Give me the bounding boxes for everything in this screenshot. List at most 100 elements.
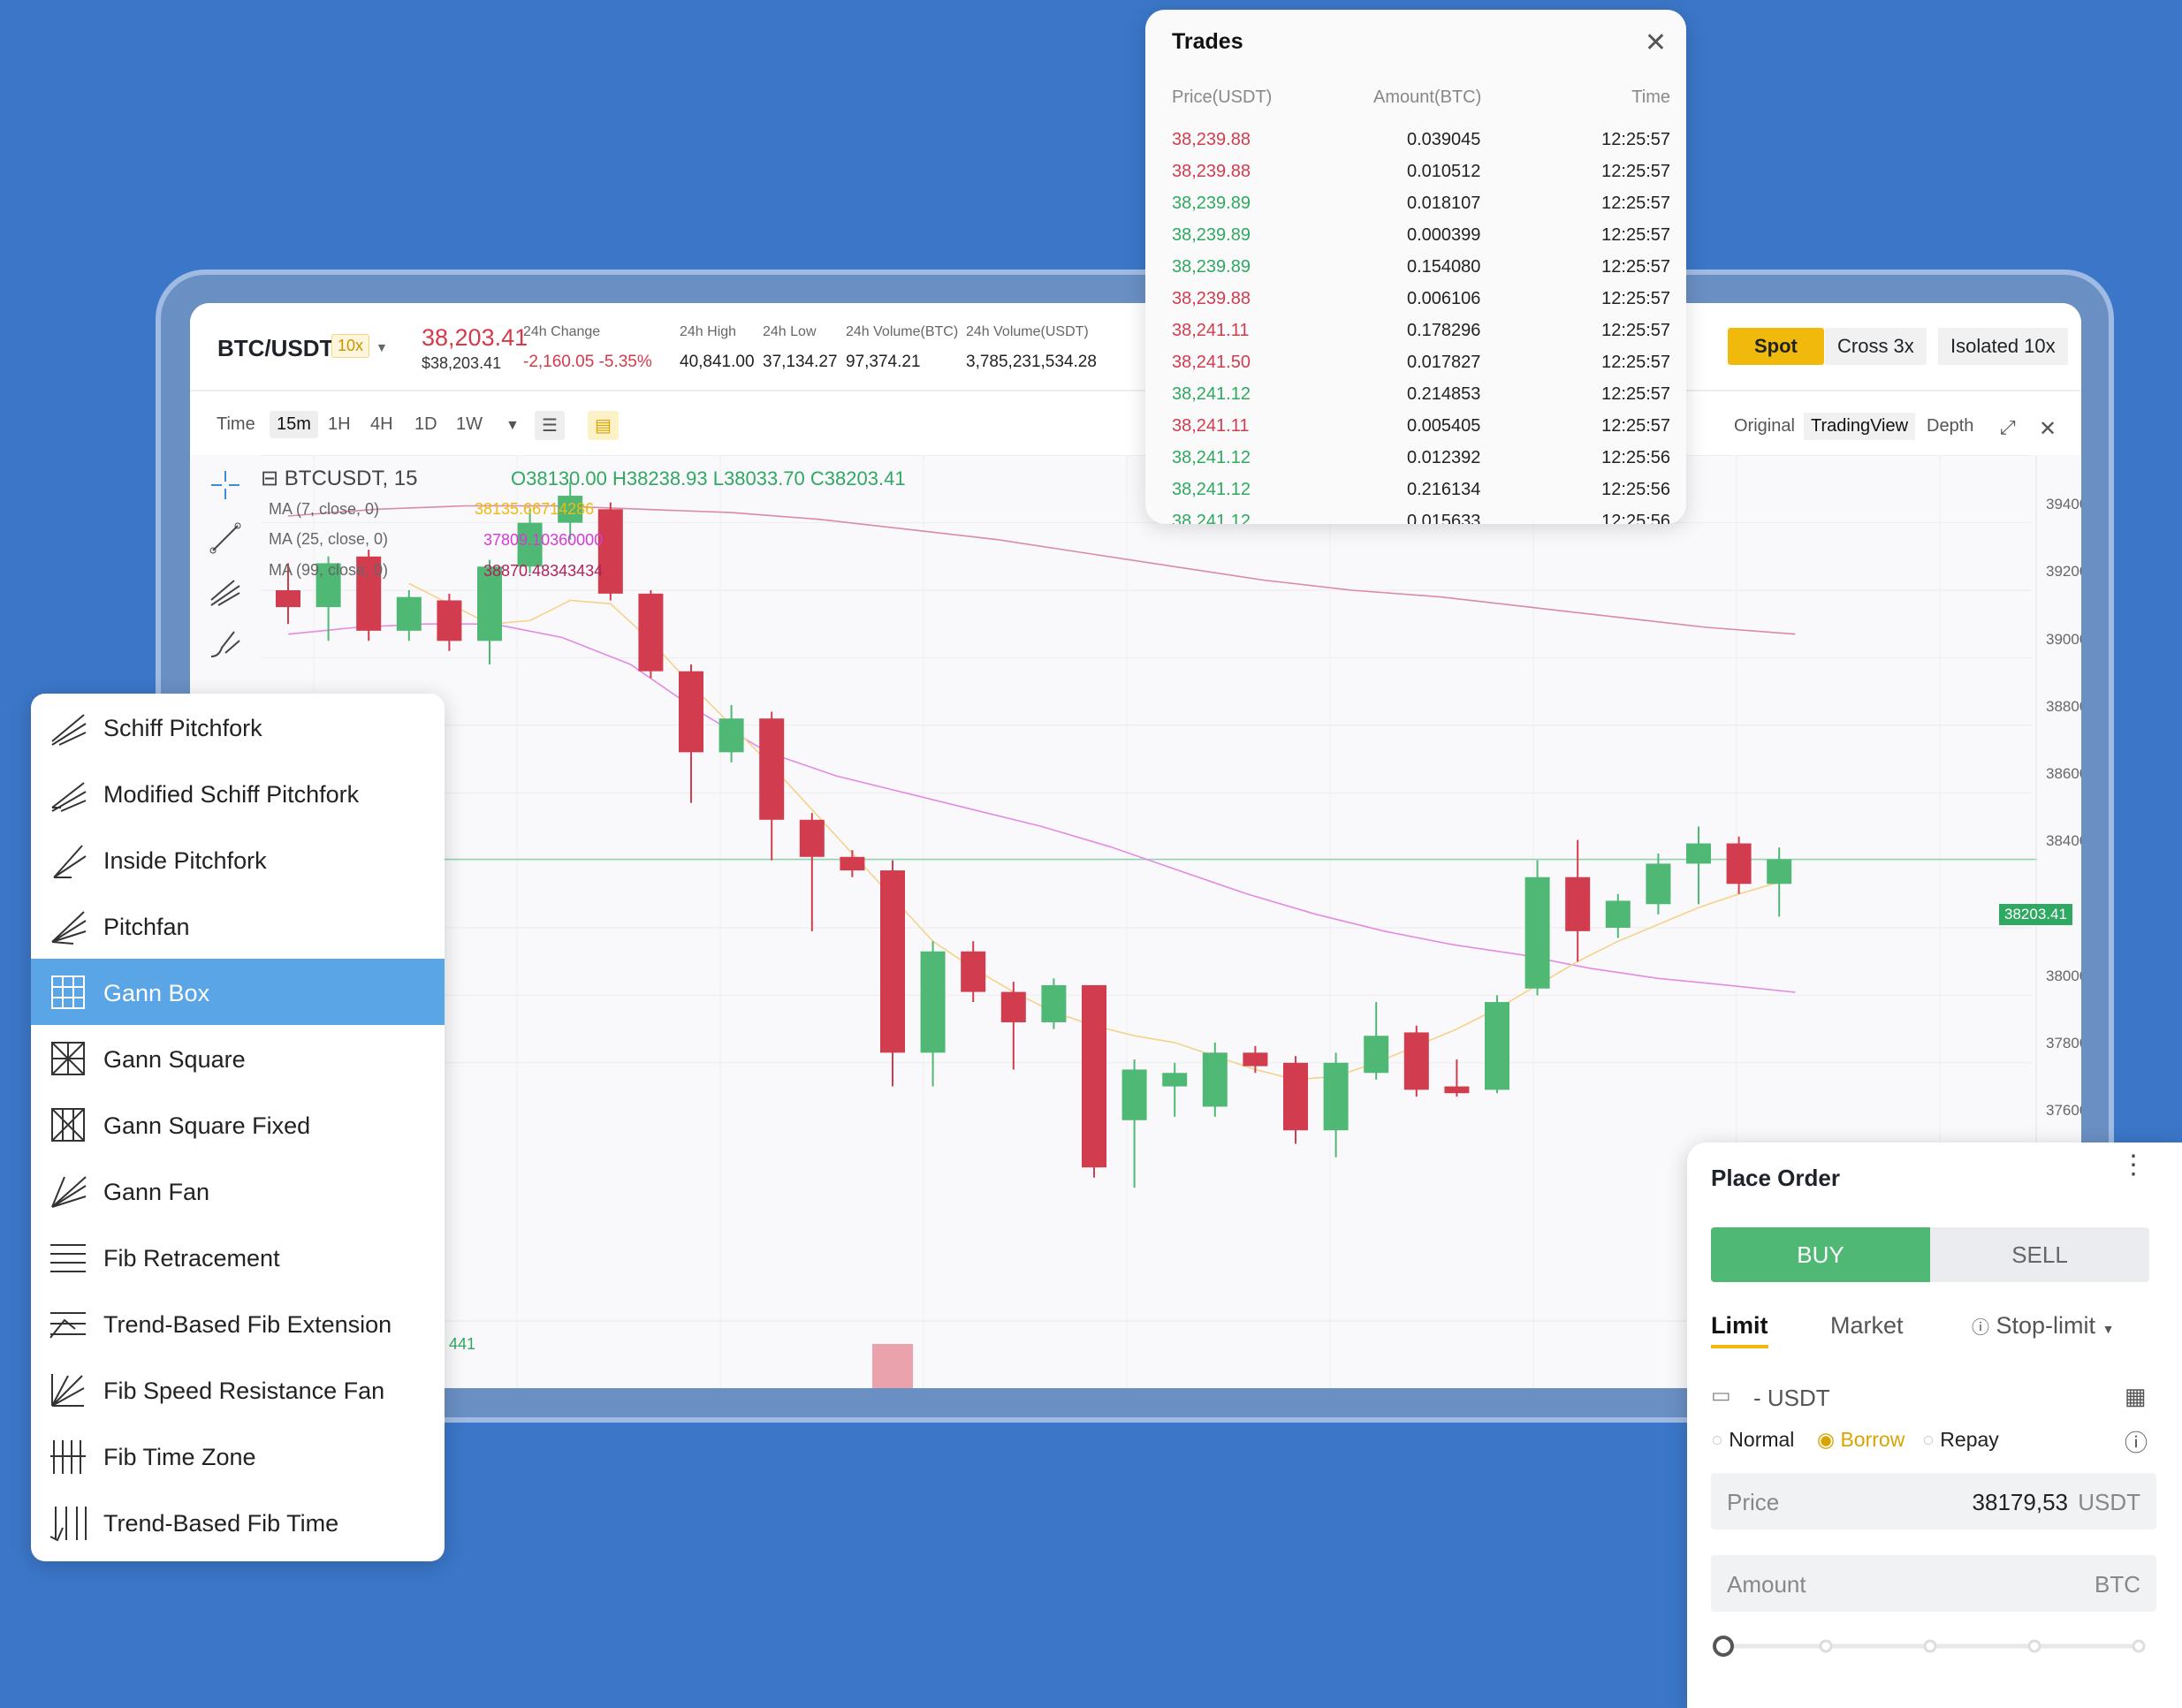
menu-item-gann-box[interactable]: Gann Box	[31, 959, 445, 1025]
menu-item-gann-square[interactable]: Gann Square	[31, 1025, 445, 1091]
trade-amount: 0.214853	[1407, 384, 1481, 404]
candle[interactable]	[1323, 1062, 1349, 1131]
candle[interactable]	[1283, 1062, 1308, 1131]
indicators-icon[interactable]: ▤	[588, 411, 619, 440]
timeframe-15m[interactable]: 15m	[270, 411, 318, 438]
candle[interactable]	[1524, 877, 1550, 989]
radio-normal[interactable]: ○ Normal	[1711, 1428, 1794, 1452]
chevron-down-icon[interactable]: ▼	[376, 340, 388, 354]
timeframe-4h[interactable]: 4H	[363, 411, 400, 438]
candle[interactable]	[1121, 1069, 1147, 1120]
price-label: Price	[1727, 1489, 1780, 1515]
radio-borrow[interactable]: ◉ Borrow	[1817, 1428, 1904, 1452]
candle[interactable]	[1202, 1052, 1228, 1107]
trade-row: 38,241.11 0.005405 12:25:57	[1145, 416, 1686, 448]
menu-item-label: Gann Fan	[103, 1179, 210, 1205]
menu-item-fib-time-zone[interactable]: Fib Time Zone	[31, 1423, 445, 1489]
candle[interactable]	[1162, 1073, 1188, 1087]
pitchfork-icon[interactable]	[208, 573, 243, 609]
menu-item-trend-based-fib-extension[interactable]: Trend-Based Fib Extension	[31, 1290, 445, 1356]
calculator-icon[interactable]: ▦	[2125, 1383, 2147, 1410]
trade-price: 38,241.12	[1172, 448, 1251, 467]
trades-col-amount: Amount(BTC)	[1373, 87, 1482, 107]
candle[interactable]	[920, 951, 946, 1053]
trade-price: 38,241.11	[1172, 321, 1250, 340]
menu-item-fib-speed-resistance-fan[interactable]: Fib Speed Resistance Fan	[31, 1356, 445, 1423]
menu-item-trend-based-fib-time[interactable]: Trend-Based Fib Time	[31, 1489, 445, 1555]
candle[interactable]	[1000, 991, 1026, 1022]
y-tick: 39400.00	[2046, 496, 2081, 512]
candle[interactable]	[1646, 863, 1671, 905]
sell-button[interactable]: SELL	[1930, 1227, 2149, 1282]
amount-input[interactable]: Amount BTC	[1711, 1555, 2156, 1612]
more-vertical-icon[interactable]: ⋮	[2120, 1152, 2147, 1179]
candle[interactable]	[799, 819, 825, 857]
trades-col-time: Time	[1631, 87, 1670, 107]
candle[interactable]	[1767, 859, 1792, 884]
candle[interactable]	[1082, 984, 1106, 1168]
mode-spot-button[interactable]: Spot	[1728, 328, 1824, 365]
trade-time: 12:25:57	[1601, 162, 1670, 181]
pair-title[interactable]: BTC/USDT	[217, 335, 333, 362]
tab-limit[interactable]: Limit	[1711, 1312, 1768, 1348]
trade-time: 12:25:57	[1601, 321, 1670, 340]
view-original-tab[interactable]: Original	[1727, 413, 1802, 440]
crosshair-icon[interactable]	[208, 467, 243, 503]
candle[interactable]	[1565, 877, 1591, 931]
candle[interactable]	[1686, 843, 1711, 864]
candle[interactable]	[1243, 1052, 1268, 1067]
candle[interactable]	[1726, 843, 1752, 884]
timeframe-1h[interactable]: 1H	[321, 411, 358, 438]
mode-cross-button[interactable]: Cross 3x	[1825, 328, 1927, 365]
candle[interactable]	[396, 596, 422, 631]
fullscreen-icon[interactable]: ⤢	[1993, 413, 2023, 443]
info-icon[interactable]: ⓘ	[2125, 1425, 2148, 1458]
menu-item-fib-retracement[interactable]: Fib Retracement	[31, 1224, 445, 1290]
candle[interactable]	[679, 671, 703, 753]
candle[interactable]	[840, 856, 865, 871]
candle[interactable]	[597, 509, 623, 594]
stat-value-change: -2,160.05 -5.35%	[523, 353, 652, 371]
candle[interactable]	[1403, 1032, 1429, 1090]
tab-stop-limit[interactable]: ⓘ Stop-limit ▼	[1972, 1312, 2114, 1340]
menu-item-schiff-pitchfork[interactable]: Schiff Pitchfork	[31, 694, 445, 760]
trade-row: 38,239.89 0.000399 12:25:57	[1145, 225, 1686, 257]
buy-button[interactable]: BUY	[1711, 1227, 1930, 1282]
mode-isolated-button[interactable]: Isolated 10x	[1938, 328, 2068, 365]
candle[interactable]	[880, 870, 905, 1053]
timeframe-1w[interactable]: 1W	[449, 411, 490, 438]
menu-item-gann-fan[interactable]: Gann Fan	[31, 1158, 445, 1224]
menu-item-modified-schiff-pitchfork[interactable]: Modified Schiff Pitchfork	[31, 760, 445, 826]
timeframe-time[interactable]: Time	[209, 411, 262, 438]
candle[interactable]	[961, 951, 986, 992]
trade-row: 38,239.88 0.006106 12:25:57	[1145, 289, 1686, 321]
candle[interactable]	[437, 600, 462, 641]
menu-item-inside-pitchfork[interactable]: Inside Pitchfork	[31, 826, 445, 892]
menu-item-pitchfan[interactable]: Pitchfan	[31, 892, 445, 959]
view-tradingview-tab[interactable]: TradingView	[1804, 413, 1916, 440]
candle[interactable]	[759, 718, 785, 820]
price-input[interactable]: Price USDT 38179,53	[1711, 1473, 2156, 1530]
menu-item-gann-square-fixed[interactable]: Gann Square Fixed	[31, 1091, 445, 1158]
menu-item-label: Inside Pitchfork	[103, 847, 267, 874]
tab-market[interactable]: Market	[1830, 1312, 1904, 1340]
candle[interactable]	[1444, 1086, 1470, 1094]
amount-slider[interactable]	[1711, 1628, 2153, 1664]
timeframe-1d[interactable]: 1D	[407, 411, 445, 438]
close-icon[interactable]: ✕	[2032, 413, 2064, 445]
close-icon[interactable]: ✕	[1645, 27, 1667, 58]
trend-line-icon[interactable]	[208, 520, 243, 556]
timeframe-more-icon[interactable]: ▼	[498, 414, 527, 437]
candle[interactable]	[638, 593, 664, 672]
radio-repay[interactable]: ○ Repay	[1922, 1428, 1999, 1452]
candle[interactable]	[276, 590, 300, 608]
candle[interactable]	[1041, 984, 1067, 1022]
candle[interactable]	[1485, 1002, 1509, 1090]
brush-icon[interactable]	[208, 626, 243, 662]
settings-sliders-icon[interactable]: ☰	[535, 411, 565, 440]
candle[interactable]	[1605, 900, 1631, 928]
view-depth-tab[interactable]: Depth	[1920, 413, 1981, 440]
candle[interactable]	[1364, 1036, 1389, 1074]
trade-time: 12:25:57	[1601, 353, 1670, 372]
candle[interactable]	[718, 718, 744, 753]
